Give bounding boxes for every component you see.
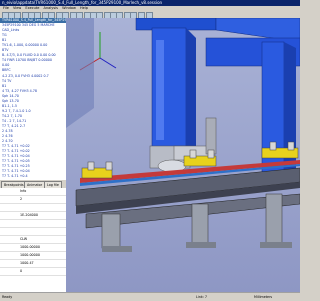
property-row: 1000.00000 [0, 252, 66, 260]
window-title: n_eivio\appdata\TVR61000_S.4_Full_Length… [2, 0, 163, 5]
menu-help[interactable]: Help [80, 6, 88, 10]
properties-panel: Info 2 1E-204000 CLW 1000.00000 1000.00000 100… [0, 188, 67, 292]
machine-model [66, 18, 300, 252]
property-row [0, 220, 66, 228]
menu-execute[interactable]: Execute [25, 6, 39, 10]
menu-analysis[interactable]: Analysis [44, 6, 58, 10]
session-tree[interactable]: TVR61000_S.4_Full_Length_for_345P29 345P2… [0, 18, 67, 180]
property-row [0, 228, 66, 236]
3d-viewport[interactable] [66, 18, 300, 292]
property-row [0, 204, 66, 212]
property-row: 0 [0, 268, 66, 276]
menu-file[interactable]: File [3, 6, 9, 10]
clamp-left [81, 161, 113, 179]
menu-window[interactable]: Window [62, 6, 76, 10]
property-row: 1E-204000 [0, 212, 66, 220]
tree-item[interactable]: T7 T- 4-71 +0.4 [0, 174, 66, 179]
property-row: CLW [0, 236, 66, 244]
property-row: Info [0, 188, 66, 196]
menu-view[interactable]: View [13, 6, 21, 10]
property-row: 1000.00000 [0, 244, 66, 252]
property-row: 1000.47 [0, 260, 66, 268]
property-row: 2 [0, 196, 66, 204]
